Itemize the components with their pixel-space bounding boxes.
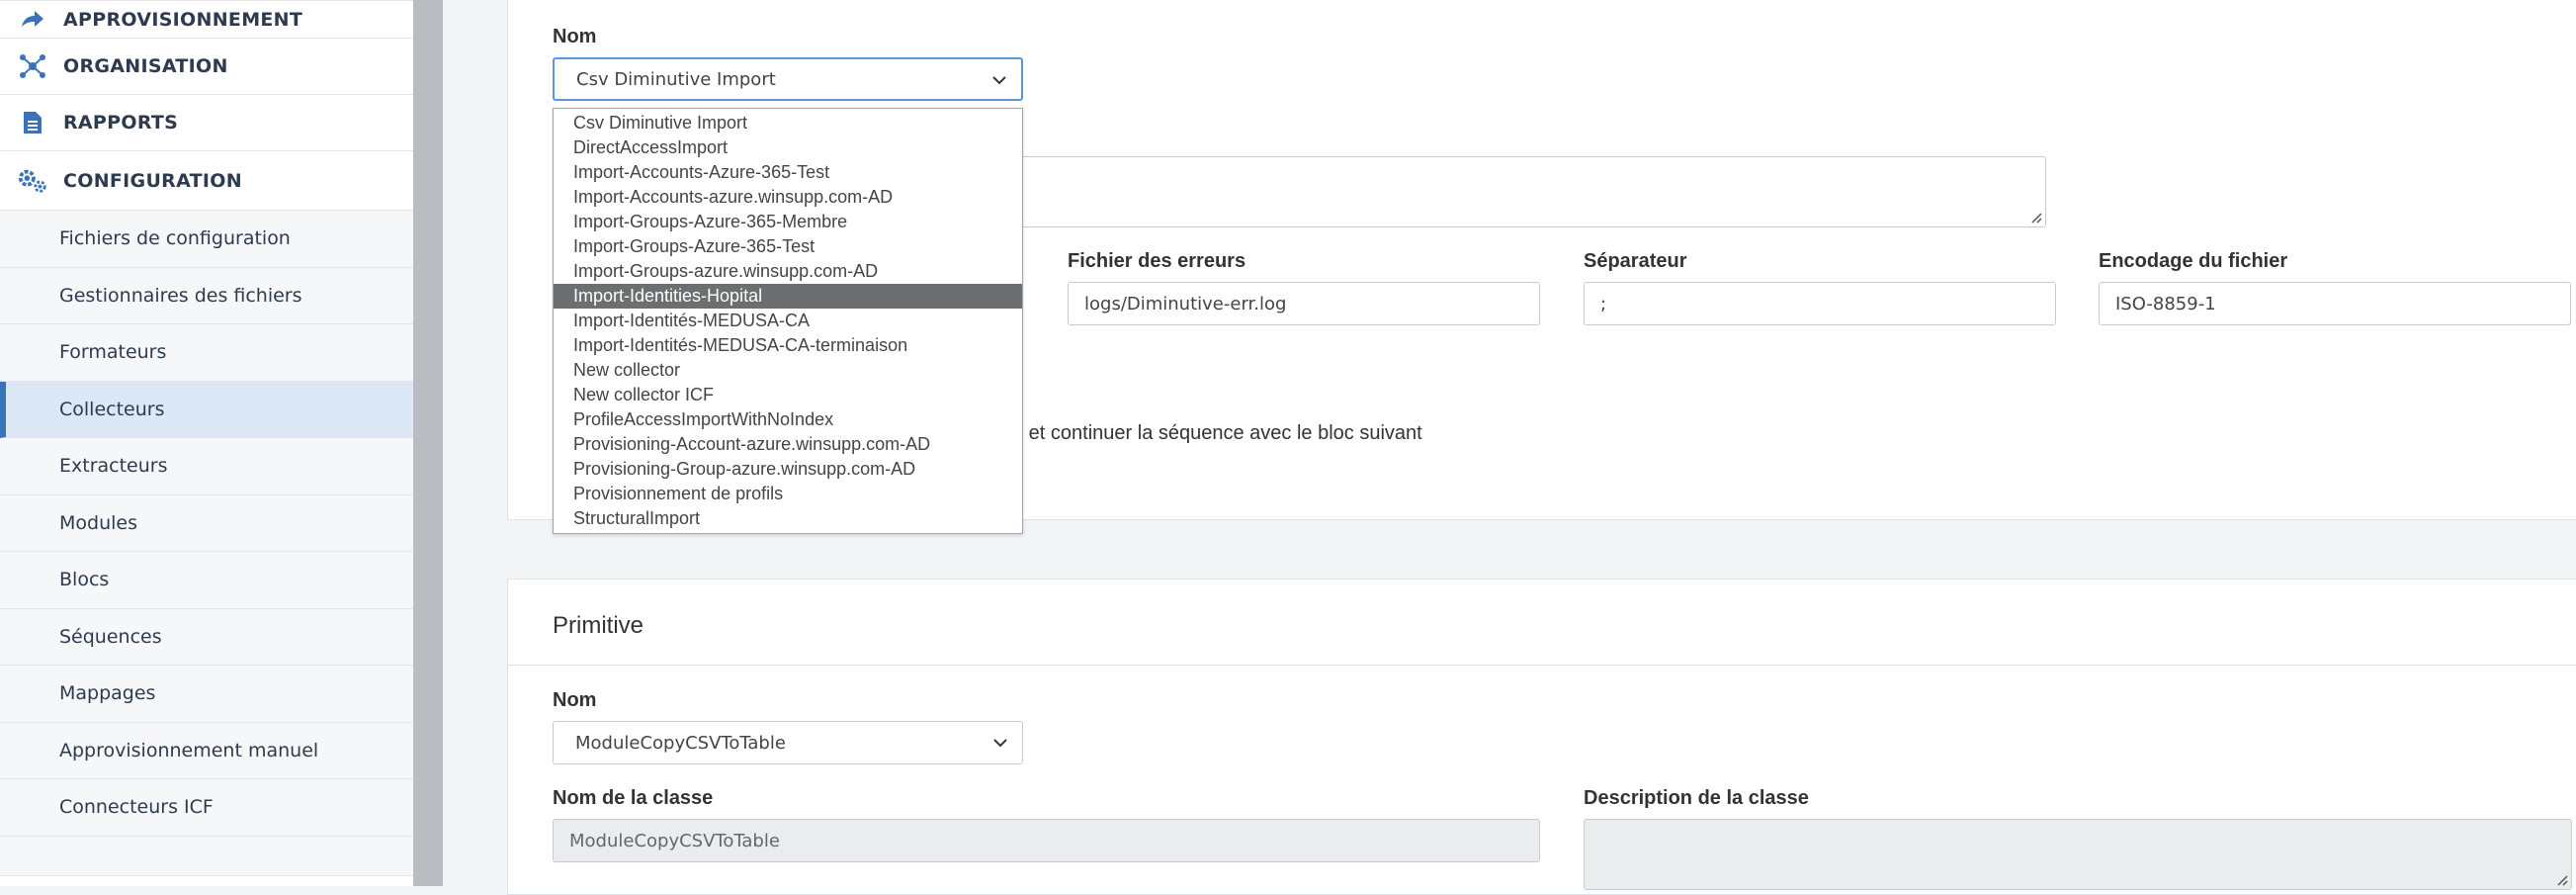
input-value: ; xyxy=(1600,293,1607,314)
dropdown-option[interactable]: Provisioning-Group-azure.winsupp.com-AD xyxy=(554,457,1022,482)
dropdown-option[interactable]: New collector xyxy=(554,358,1022,383)
dropdown-option[interactable]: New collector ICF xyxy=(554,383,1022,407)
separator-input[interactable]: ; xyxy=(1584,282,2056,325)
card-divider xyxy=(508,665,2576,666)
dropdown-option[interactable]: StructuralImport xyxy=(554,506,1022,531)
primitive-card: Primitive Nom ModuleCopyCSVToTable Nom d… xyxy=(507,579,2576,895)
nav-approvisionnement[interactable]: APPROVISIONNEMENT xyxy=(0,0,413,39)
sidebar-item-mappages[interactable]: Mappages xyxy=(0,666,413,723)
errors-file-input[interactable]: logs/Diminutive-err.log xyxy=(1068,282,1540,325)
sidebar-item-label: Gestionnaires des fichiers xyxy=(59,284,302,307)
sidebar-item-fichiers-de-configuration[interactable]: Fichiers de configuration xyxy=(0,211,413,268)
input-value: logs/Diminutive-err.log xyxy=(1084,293,1287,314)
dropdown-option[interactable]: Import-Accounts-azure.winsupp.com-AD xyxy=(554,185,1022,210)
sidebar-item-approvisionnement-manuel[interactable]: Approvisionnement manuel xyxy=(0,722,413,779)
sidebar-item-blocs[interactable]: Blocs xyxy=(0,552,413,609)
continue-sequence-text: oc et continuer la séquence avec le bloc… xyxy=(1002,422,1422,444)
sidebar-item-formateurs[interactable]: Formateurs xyxy=(0,324,413,382)
sidebar-item-sequences[interactable]: Séquences xyxy=(0,608,413,666)
sidebar-item-extracteurs[interactable]: Extracteurs xyxy=(0,438,413,495)
document-icon xyxy=(18,108,47,137)
encoding-label: Encodage du fichier xyxy=(2099,250,2288,272)
dropdown-option[interactable]: Import-Groups-azure.winsupp.com-AD xyxy=(554,259,1022,284)
input-value: ModuleCopyCSVToTable xyxy=(569,830,780,851)
sidebar-item-label: Modules xyxy=(59,511,137,534)
sidebar-scrollbar[interactable] xyxy=(413,0,443,886)
sidebar: APPROVISIONNEMENT ORGANISATION RAPPORTS … xyxy=(0,0,413,886)
primitive-name-select[interactable]: ModuleCopyCSVToTable xyxy=(553,721,1023,764)
dropdown-option[interactable]: DirectAccessImport xyxy=(554,135,1022,160)
sidebar-item-label: Fichiers de configuration xyxy=(59,227,291,250)
dropdown-option[interactable]: Import-Groups-Azure-365-Membre xyxy=(554,210,1022,234)
sidebar-item-label: Connecteurs ICF xyxy=(59,796,214,819)
collector-name-dropdown[interactable]: Csv Diminutive Import DirectAccessImport I… xyxy=(553,108,1023,534)
sidebar-item-label: Séquences xyxy=(59,625,162,648)
encoding-input[interactable]: ISO-8859-1 xyxy=(2099,282,2571,325)
select-value: ModuleCopyCSVToTable xyxy=(575,732,786,754)
sidebar-item-label: Extracteurs xyxy=(59,455,168,478)
dropdown-option[interactable]: Import-Identités-MEDUSA-CA xyxy=(554,309,1022,333)
sidebar-item-label: Collecteurs xyxy=(59,398,165,420)
nav-label: CONFIGURATION xyxy=(63,169,242,192)
dropdown-option[interactable]: Provisionnement de profils xyxy=(554,482,1022,506)
sidebar-item-connecteurs-icf[interactable]: Connecteurs ICF xyxy=(0,779,413,837)
dropdown-option[interactable]: Import-Groups-Azure-365-Test xyxy=(554,234,1022,259)
nav-organisation[interactable]: ORGANISATION xyxy=(0,39,413,95)
errors-file-label: Fichier des erreurs xyxy=(1068,250,1246,272)
dropdown-option[interactable]: Import-Accounts-Azure-365-Test xyxy=(554,160,1022,185)
network-icon xyxy=(18,51,47,81)
dropdown-option[interactable]: Provisioning-Account-azure.winsupp.com-A… xyxy=(554,432,1022,457)
dropdown-option[interactable]: ProfileAccessImportWithNoIndex xyxy=(554,407,1022,432)
dropdown-option[interactable]: Import-Identities-Hopital xyxy=(554,284,1022,309)
sidebar-item-label: Formateurs xyxy=(59,341,167,364)
nav-label: ORGANISATION xyxy=(63,55,228,77)
resize-grip-icon[interactable] xyxy=(2028,210,2042,224)
nav-label: RAPPORTS xyxy=(63,112,179,134)
primitive-name-label: Nom xyxy=(553,689,597,711)
dropdown-option[interactable]: Import-Identités-MEDUSA-CA-terminaison xyxy=(554,333,1022,358)
input-value: ISO-8859-1 xyxy=(2115,293,2216,314)
dropdown-option[interactable]: Csv Diminutive Import xyxy=(554,111,1022,135)
description-textarea[interactable] xyxy=(1002,156,2046,227)
nav-rapports[interactable]: RAPPORTS xyxy=(0,95,413,151)
class-name-input: ModuleCopyCSVToTable xyxy=(553,819,1540,862)
sidebar-item-partial[interactable] xyxy=(0,836,413,876)
resize-grip-icon xyxy=(2557,875,2568,886)
nav-label: APPROVISIONNEMENT xyxy=(63,8,303,31)
gears-icon xyxy=(18,166,47,196)
sidebar-item-collecteurs[interactable]: Collecteurs xyxy=(0,381,413,438)
class-name-label: Nom de la classe xyxy=(553,787,714,809)
sidebar-item-label: Mappages xyxy=(59,682,156,705)
class-description-textarea xyxy=(1584,819,2572,890)
select-value: Csv Diminutive Import xyxy=(576,68,776,90)
sidebar-item-label: Approvisionnement manuel xyxy=(59,739,319,761)
chevron-down-icon xyxy=(992,76,1006,85)
sidebar-item-gestionnaires-des-fichiers[interactable]: Gestionnaires des fichiers xyxy=(0,267,413,324)
nav-configuration[interactable]: CONFIGURATION xyxy=(0,151,413,211)
share-arrow-icon xyxy=(18,5,47,35)
chevron-down-icon xyxy=(993,739,1007,748)
primitive-title: Primitive xyxy=(553,612,644,639)
collector-name-select[interactable]: Csv Diminutive Import xyxy=(553,57,1023,101)
separator-label: Séparateur xyxy=(1584,250,1687,272)
sidebar-item-label: Blocs xyxy=(59,569,110,591)
name-label: Nom xyxy=(553,26,597,47)
sidebar-item-modules[interactable]: Modules xyxy=(0,494,413,552)
class-description-label: Description de la classe xyxy=(1584,787,1809,809)
